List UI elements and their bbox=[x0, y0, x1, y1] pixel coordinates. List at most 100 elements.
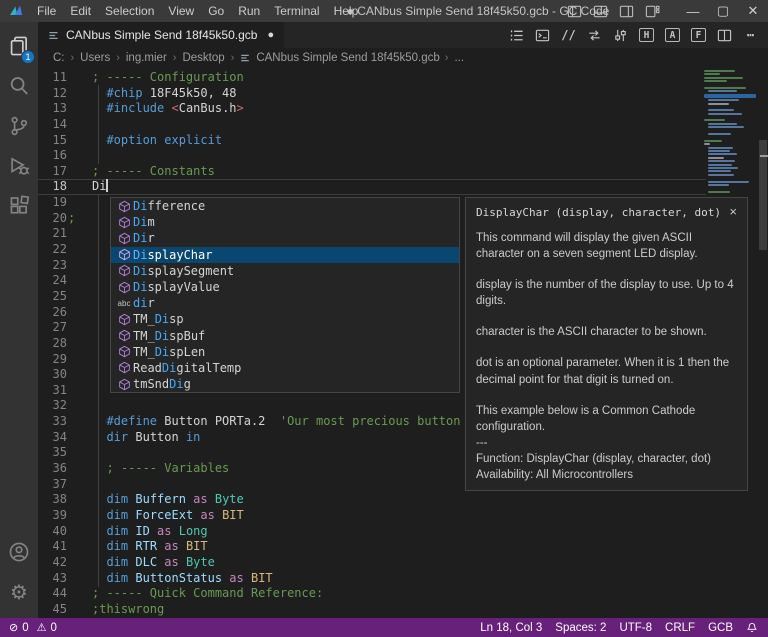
more-actions-icon[interactable]: ⋯ bbox=[743, 27, 758, 43]
suggestion-match: Di bbox=[161, 360, 177, 375]
outline-list-icon[interactable] bbox=[509, 27, 524, 43]
tab-dirty-indicator[interactable]: ● bbox=[267, 29, 274, 41]
suggestion-item[interactable]: abc dir bbox=[111, 295, 459, 311]
line-number: 22 bbox=[52, 242, 67, 257]
settings-gear-icon[interactable]: ⚙ bbox=[0, 572, 38, 612]
extensions-icon[interactable] bbox=[0, 186, 38, 226]
status-cursor-position[interactable]: Ln 18, Col 3 bbox=[480, 622, 542, 634]
ascii-view-icon[interactable]: A bbox=[665, 28, 680, 42]
minimap-line bbox=[708, 112, 742, 115]
code-line-43[interactable]: 43 dim ButtonStatus as BIT bbox=[38, 571, 706, 587]
suggestion-item[interactable]: Dir bbox=[111, 230, 459, 246]
minimap-line bbox=[704, 80, 728, 83]
notifications-bell-icon[interactable] bbox=[746, 621, 758, 634]
suggestion-post: splaySegment bbox=[147, 263, 235, 278]
code-line-18[interactable]: 18 Di bbox=[38, 179, 706, 195]
minimap-line bbox=[708, 146, 733, 149]
code-line-16[interactable]: 16 bbox=[38, 148, 706, 164]
menu-edit[interactable]: Edit bbox=[63, 0, 98, 22]
split-editor-icon[interactable] bbox=[717, 27, 732, 43]
gcb-file-icon bbox=[241, 54, 250, 62]
activity-bar: 1 ⚙ bbox=[0, 22, 38, 618]
suggestion-post: sp bbox=[169, 312, 184, 327]
doc-close-icon[interactable]: × bbox=[723, 205, 737, 218]
format-icon[interactable]: F bbox=[691, 28, 706, 42]
minimize-button[interactable]: — bbox=[678, 0, 708, 22]
breadcrumb-segment[interactable]: ing.mier bbox=[125, 52, 168, 64]
tab-canbus-file[interactable]: CANbus Simple Send 18f45k50.gcb ● bbox=[38, 22, 286, 48]
minimap-line bbox=[704, 93, 756, 98]
breadcrumb-file[interactable]: CANbus Simple Send 18f45k50.gcb bbox=[239, 52, 440, 64]
code-line-44[interactable]: 44 ; ----- Quick Command Reference: bbox=[38, 586, 706, 602]
toggle-sidebar-icon[interactable] bbox=[567, 4, 582, 19]
status-eol[interactable]: CRLF bbox=[665, 622, 695, 634]
toggle-secondary-sidebar-icon[interactable] bbox=[619, 4, 634, 19]
suggestion-label: ReadDigitalTemp bbox=[133, 361, 241, 375]
module-symbol-icon bbox=[115, 216, 133, 229]
source-control-icon[interactable] bbox=[0, 106, 38, 146]
suggestion-item[interactable]: TM_DispLen bbox=[111, 344, 459, 360]
doc-paragraph: This command will display the given ASCI… bbox=[476, 232, 698, 261]
suggestion-item[interactable]: DisplayChar bbox=[111, 246, 459, 263]
code-line-17[interactable]: 17 ; ----- Constants bbox=[38, 164, 706, 180]
explorer-icon[interactable]: 1 bbox=[0, 26, 38, 66]
run-debug-icon[interactable] bbox=[0, 146, 38, 186]
suggestion-item[interactable]: ReadDigitalTemp bbox=[111, 360, 459, 376]
menu-terminal[interactable]: Terminal bbox=[267, 0, 326, 22]
code-line-12[interactable]: 12 #chip 18F45k50, 48 bbox=[38, 86, 706, 102]
search-icon[interactable] bbox=[0, 66, 38, 106]
code-line-42[interactable]: 42 dim DLC as Byte bbox=[38, 555, 706, 571]
code-line-15[interactable]: 15 #option explicit bbox=[38, 133, 706, 149]
suggestion-match: Di bbox=[154, 328, 170, 343]
compile-icon[interactable] bbox=[587, 27, 602, 43]
toggle-panel-icon[interactable] bbox=[593, 4, 608, 19]
suggestion-item[interactable]: TM_DispBuf bbox=[111, 328, 459, 344]
breadcrumb-segment[interactable]: C: bbox=[52, 52, 66, 64]
maximize-button[interactable]: ▢ bbox=[708, 0, 738, 22]
hex-view-icon[interactable]: H bbox=[639, 28, 654, 42]
toggle-comment-icon[interactable]: // bbox=[561, 27, 576, 43]
code-line-40[interactable]: 40 dim ID as Long bbox=[38, 524, 706, 540]
code-line-14[interactable]: 14 bbox=[38, 117, 706, 133]
suggestion-item[interactable]: TM_Disp bbox=[111, 311, 459, 327]
compile-flash-icon[interactable] bbox=[613, 27, 628, 43]
code-line-13[interactable]: 13 #include <CanBus.h> bbox=[38, 101, 706, 117]
suggestion-doc-popup: DisplayChar (display, character, dot) × … bbox=[465, 197, 748, 491]
account-icon[interactable] bbox=[0, 532, 38, 572]
menu-file[interactable]: File bbox=[30, 0, 63, 22]
suggestion-match: Di bbox=[133, 263, 148, 278]
breadcrumb-segment[interactable]: Users bbox=[79, 52, 111, 64]
problems-status[interactable]: ⊘ 0 ⚠ 0 bbox=[0, 621, 57, 635]
menu-go[interactable]: Go bbox=[201, 0, 231, 22]
code-token: dim bbox=[106, 507, 129, 522]
customize-layout-icon[interactable] bbox=[645, 4, 660, 19]
module-symbol-icon bbox=[115, 329, 133, 342]
autocomplete-dropdown: Difference Dim Dir DisplayChar DisplaySegmen… bbox=[110, 197, 460, 394]
code-editor[interactable]: 11 ; ----- Configuration 12 #chip 18F45k50… bbox=[0, 68, 768, 618]
close-button[interactable]: ✕ bbox=[738, 0, 768, 22]
menu-selection[interactable]: Selection bbox=[98, 0, 161, 22]
suggestion-item[interactable]: DisplaySegment bbox=[111, 263, 459, 279]
code-token: as bbox=[200, 507, 215, 522]
suggestion-item[interactable]: Difference bbox=[111, 198, 459, 214]
suggestion-item[interactable]: DisplayValue bbox=[111, 279, 459, 295]
code-token: CanBus.h bbox=[178, 101, 237, 116]
code-line-41[interactable]: 41 dim RTR as BIT bbox=[38, 539, 706, 555]
minimap-line bbox=[704, 119, 725, 122]
code-line-38[interactable]: 38 dim Buffern as Byte bbox=[38, 492, 706, 508]
suggestion-item[interactable]: Dim bbox=[111, 214, 459, 230]
minimap-line bbox=[704, 86, 746, 89]
code-line-45[interactable]: 45 ;thiswrong bbox=[38, 602, 706, 618]
code-line-39[interactable]: 39 dim ForceExt as BIT bbox=[38, 508, 706, 524]
menu-view[interactable]: View bbox=[161, 0, 201, 22]
status-encoding[interactable]: UTF-8 bbox=[619, 622, 652, 634]
status-language-mode[interactable]: GCB bbox=[708, 622, 733, 634]
breadcrumb-segment[interactable]: Desktop bbox=[181, 52, 225, 64]
status-indentation[interactable]: Spaces: 2 bbox=[555, 622, 606, 634]
open-terminal-icon[interactable] bbox=[535, 27, 550, 43]
suggestion-item[interactable]: tmSndDig bbox=[111, 376, 459, 392]
code-line-11[interactable]: 11 ; ----- Configuration bbox=[38, 70, 706, 86]
breadcrumb-ellipsis[interactable]: ... bbox=[453, 52, 465, 64]
menu-run[interactable]: Run bbox=[231, 0, 267, 22]
